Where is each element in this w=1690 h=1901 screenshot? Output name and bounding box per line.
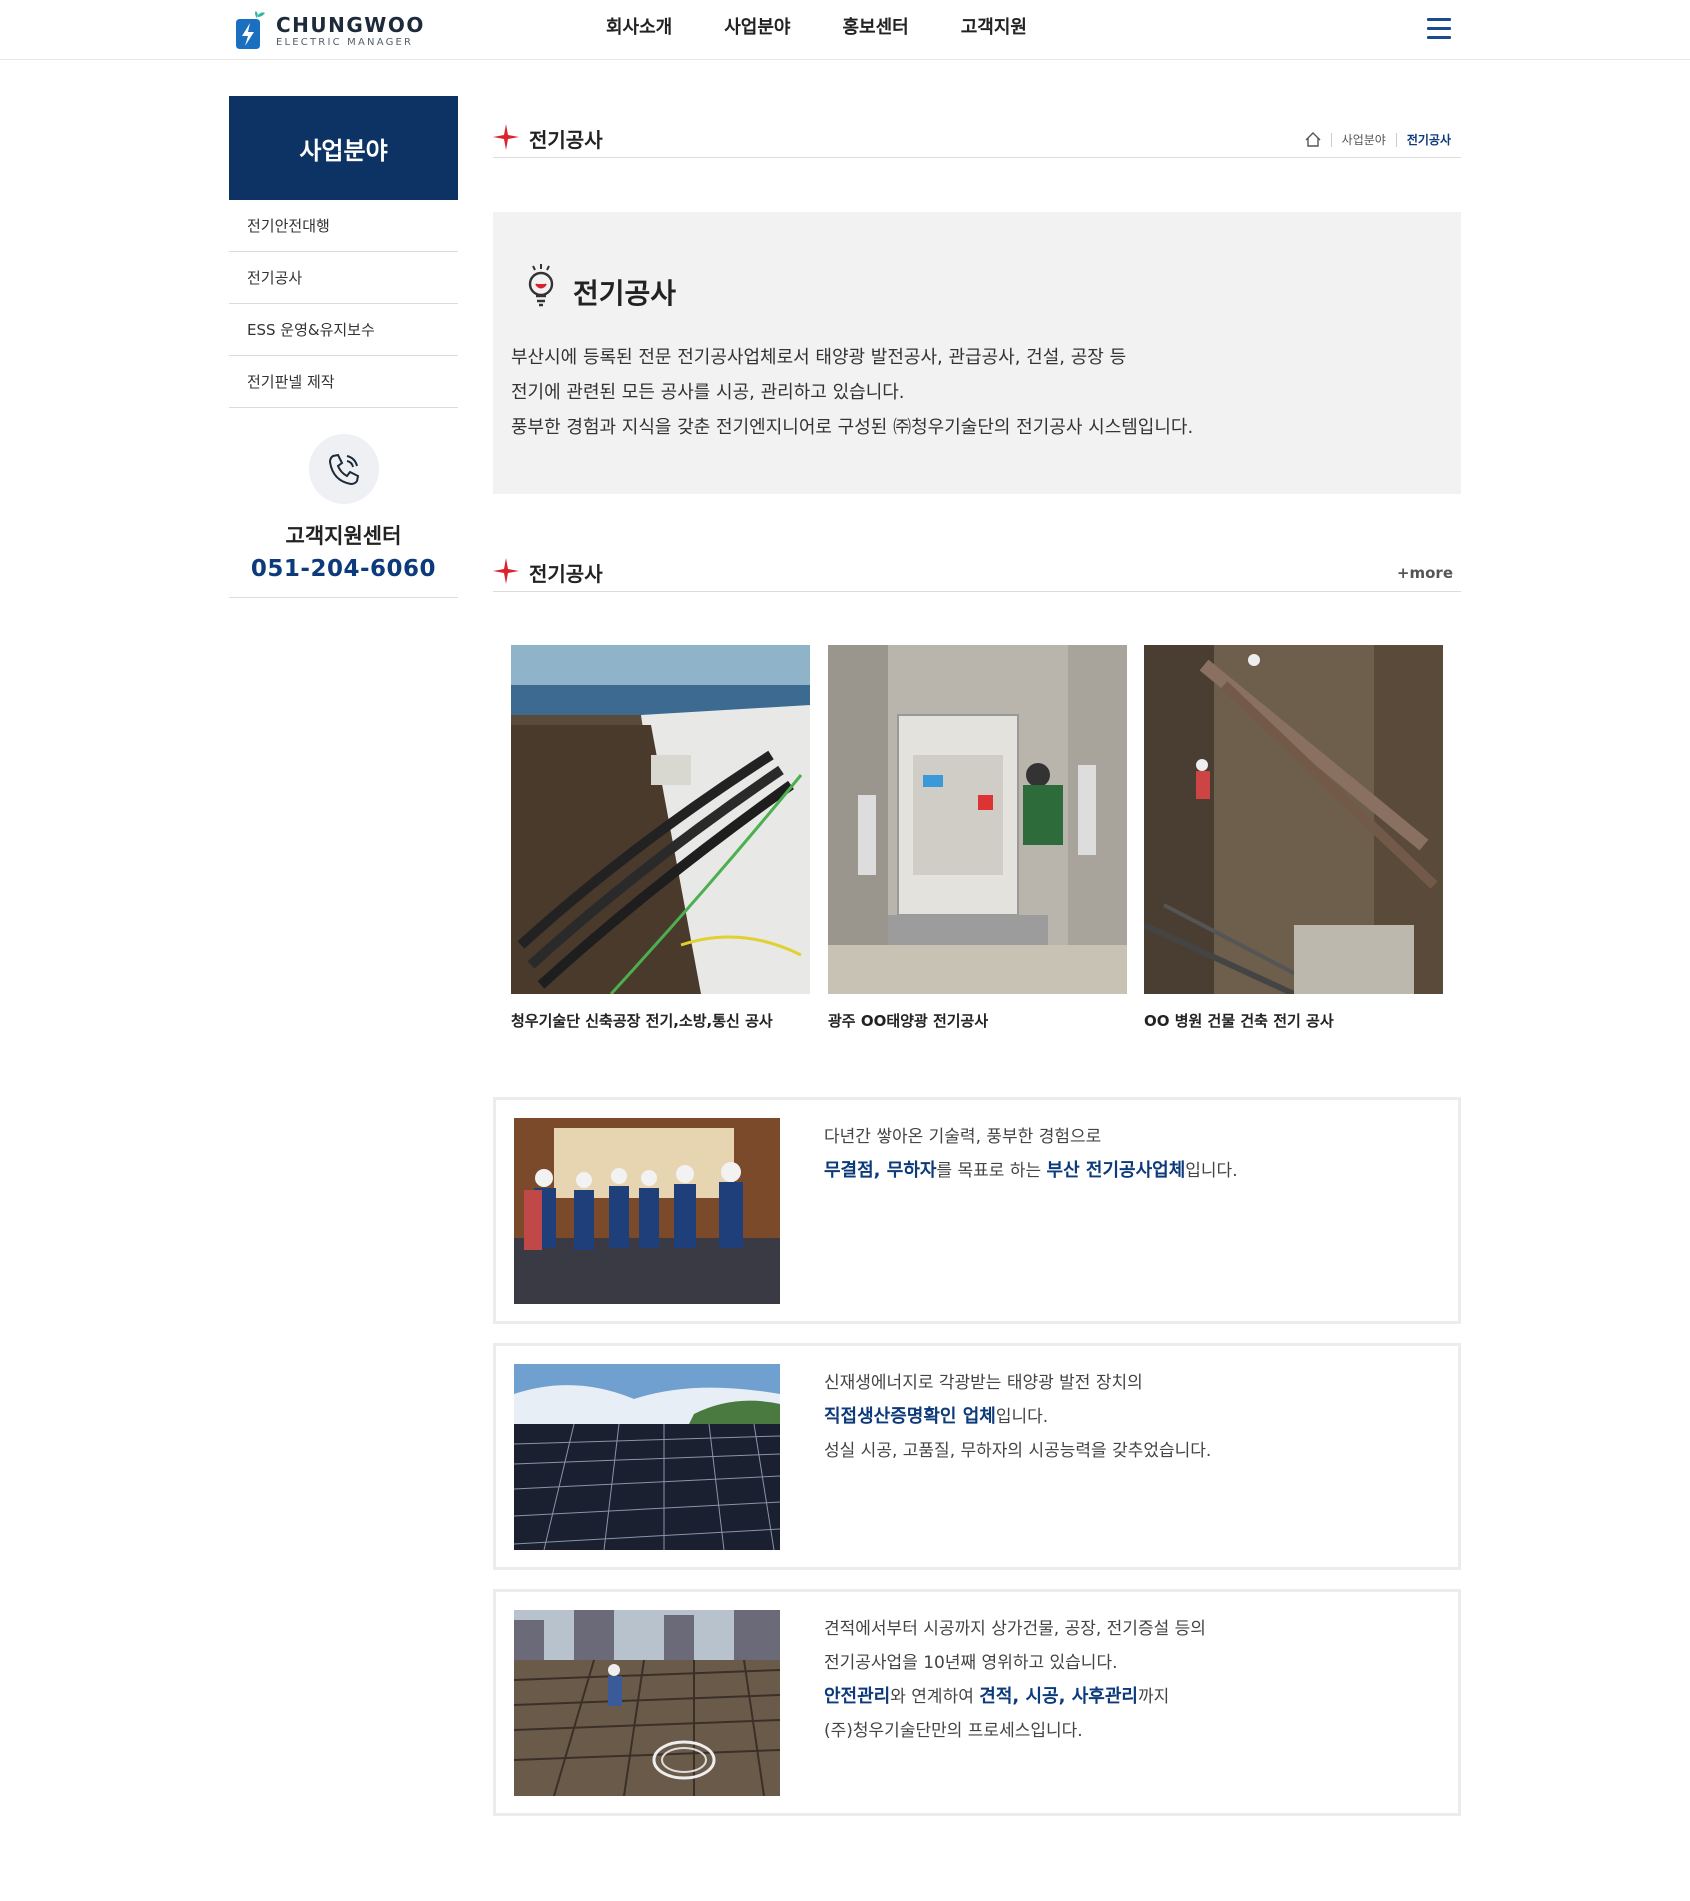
phone-icon [308,434,379,504]
more-link[interactable]: +more [1397,564,1453,582]
hamburger-menu-icon[interactable] [1427,18,1451,40]
feature-photo-solar-panels [514,1364,780,1550]
feature-text: 다년간 쌓아온 기술력, 풍부한 경험으로 무결점, 무하자를 목표로 하는 부… [824,1120,1238,1188]
nav-company[interactable]: 회사소개 [606,14,672,42]
intro-title: 전기공사 [573,277,677,310]
feature-text: 견적에서부터 시공까지 상가건물, 공장, 전기증설 등의 전기공사업을 10년… [824,1612,1206,1748]
feature-line: 무결점, 무하자를 목표로 하는 부산 전기공사업체입니다. [824,1154,1238,1188]
feature-line: 직접생산증명확인 업체입니다. [824,1400,1211,1434]
gallery-header: 전기공사 +more [493,548,1461,592]
gallery-item[interactable]: OO 병원 건물 건축 전기 공사 [1142,645,1443,1031]
breadcrumb-item[interactable]: 사업분야 [1342,131,1386,148]
breadcrumb-current[interactable]: 전기공사 [1407,131,1451,148]
breadcrumb: 사업분야 전기공사 [1305,131,1451,148]
sidebar-item-panel[interactable]: 전기판넬 제작 [229,356,458,408]
feature-text-part: 까지 [1137,1687,1170,1707]
support-phone[interactable]: 051-204-6060 [229,556,458,582]
page-header: 전기공사 사업분야 전기공사 [493,114,1461,158]
logo-bolt-icon [236,11,265,49]
feature-highlight: 부산 전기공사업체 [1046,1160,1186,1181]
logo-subtitle: ELECTRIC MANAGER [276,36,414,48]
sidebar-item-electrical-work[interactable]: 전기공사 [229,252,458,304]
feature-line: 신재생에너지로 각광받는 태양광 발전 장치의 [824,1373,1143,1393]
site-logo[interactable]: CHUNGWOO ELECTRIC MANAGER [232,8,425,54]
feature-photo-rooftop-wiring [514,1610,780,1796]
feature-box: 신재생에너지로 각광받는 태양광 발전 장치의 직접생산증명확인 업체입니다. … [493,1343,1461,1570]
site-header: CHUNGWOO ELECTRIC MANAGER 회사소개 사업분야 홍보센터… [0,0,1690,60]
intro-line: 부산시에 등록된 전문 전기공사업체로서 태양광 발전공사, 관급공사, 건설,… [511,347,1127,368]
gallery-photo-building-site [1142,645,1443,997]
nav-business[interactable]: 사업분야 [724,14,790,42]
logo-name: CHUNGWOO [276,12,425,37]
gallery-title: 전기공사 [529,562,603,586]
gallery-caption: OO 병원 건물 건축 전기 공사 [1144,1012,1334,1030]
feature-box: 다년간 쌓아온 기술력, 풍부한 경험으로 무결점, 무하자를 목표로 하는 부… [493,1097,1461,1324]
feature-box: 견적에서부터 시공까지 상가건물, 공장, 전기증설 등의 전기공사업을 10년… [493,1589,1461,1816]
sidebar-item-safety-agency[interactable]: 전기안전대행 [229,200,458,252]
feature-photo-team [514,1118,780,1304]
intro-box: 전기공사 부산시에 등록된 전문 전기공사업체로서 태양광 발전공사, 관급공사… [493,212,1461,494]
sidebar-item-ess[interactable]: ESS 운영&유지보수 [229,304,458,356]
gallery-item[interactable]: 청우기술단 신축공장 전기,소방,통신 공사 [511,645,810,1031]
gallery-photo-cable-trench [511,645,810,996]
feature-line: 성실 시공, 고품질, 무하자의 시공능력을 갖추었습니다. [824,1441,1212,1461]
feature-highlight: 무결점, 무하자 [824,1160,937,1181]
support-center: 고객지원센터 051-204-6060 [229,432,458,598]
feature-text-part: 입니다. [995,1407,1049,1427]
feature-text-part: 와 연계하여 [890,1687,980,1707]
gallery-photo-panel-install [828,645,1127,994]
feature-text-part: 입니다. [1185,1161,1238,1181]
sidebar-menu: 전기안전대행 전기공사 ESS 운영&유지보수 전기판넬 제작 [229,200,458,408]
page-title: 전기공사 [529,128,603,152]
gallery-caption: 광주 OO태양광 전기공사 [828,1012,989,1030]
nav-support[interactable]: 고객지원 [961,14,1027,42]
gallery-caption: 청우기술단 신축공장 전기,소방,통신 공사 [511,1012,773,1030]
gallery-item[interactable]: 광주 OO태양광 전기공사 [828,645,1127,1031]
feature-highlight: 안전관리 [824,1686,891,1707]
feature-line: 전기공사업을 10년째 영위하고 있습니다. [824,1653,1118,1673]
nav-pr-center[interactable]: 홍보센터 [843,14,909,42]
feature-line: 안전관리와 연계하여 견적, 시공, 사후관리까지 [824,1680,1206,1714]
star-icon [493,558,519,584]
feature-highlight: 직접생산증명확인 업체 [824,1406,996,1427]
sidebar-title: 사업분야 [229,96,458,200]
star-icon [493,124,519,150]
feature-highlight: 견적, 시공, 사후관리 [979,1686,1138,1707]
intro-text: 부산시에 등록된 전문 전기공사업체로서 태양광 발전공사, 관급공사, 건설,… [511,340,1193,445]
lightbulb-icon [528,264,554,307]
home-icon[interactable] [1305,132,1321,147]
feature-line: 다년간 쌓아온 기술력, 풍부한 경험으로 [824,1127,1102,1147]
feature-line: 견적에서부터 시공까지 상가건물, 공장, 전기증설 등의 [824,1619,1206,1639]
intro-line: 전기에 관련된 모든 공사를 시공, 관리하고 있습니다. [511,382,905,403]
support-title: 고객지원센터 [285,524,402,548]
feature-text-part: 를 목표로 하는 [936,1161,1047,1181]
main-nav: 회사소개 사업분야 홍보센터 고객지원 [606,14,1079,42]
feature-line: (주)청우기술단만의 프로세스입니다. [824,1721,1083,1741]
feature-text: 신재생에너지로 각광받는 태양광 발전 장치의 직접생산증명확인 업체입니다. … [824,1366,1211,1468]
intro-line: 풍부한 경험과 지식을 갖춘 전기엔지니어로 구성된 ㈜청우기술단의 전기공사 … [511,417,1194,438]
